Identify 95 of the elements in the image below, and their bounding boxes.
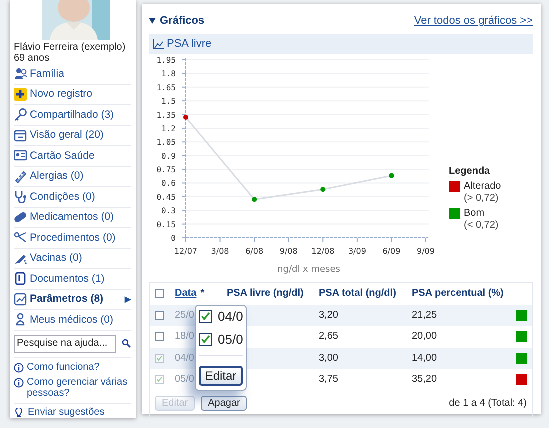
axis-tick-label: 0.3 bbox=[162, 206, 176, 216]
section-title: Gráficos bbox=[160, 15, 205, 27]
axis-tick-label: 9/09 bbox=[417, 247, 435, 256]
sidebar-item[interactable]: Cartão Saúde bbox=[14, 146, 131, 166]
people-icon bbox=[14, 67, 27, 80]
checkbox[interactable] bbox=[155, 289, 164, 298]
plus-icon bbox=[14, 88, 27, 101]
info-icon bbox=[14, 362, 24, 372]
table-cell: 05/0 bbox=[175, 374, 194, 386]
axis-tick-label: 1.35 bbox=[156, 110, 176, 120]
help-link[interactable]: Como funciona? bbox=[27, 362, 100, 372]
axis-tick-label: 12/08 bbox=[312, 247, 335, 256]
table-cell-text: 3,75 bbox=[319, 374, 340, 386]
axis-tick-label: 0.75 bbox=[156, 166, 176, 175]
axis-tick-label: 12/07 bbox=[174, 247, 198, 256]
sidebar-item[interactable]: Visão geral (20) bbox=[14, 126, 131, 146]
table-cell-text: 21,25 bbox=[412, 310, 438, 321]
table-cell-text: 2,65 bbox=[319, 331, 340, 342]
sidebar-item[interactable]: Parâmetros (8) ▶ bbox=[14, 290, 131, 310]
sidebar-item[interactable]: Novo registro bbox=[14, 84, 131, 105]
axis-tick-label: 1.95 bbox=[156, 56, 176, 65]
column-header: PSA percentual (%) bbox=[412, 288, 505, 300]
axis-tick-label: 6/08 bbox=[246, 247, 264, 256]
action-button[interactable]: Apagar bbox=[201, 396, 248, 411]
column-header: PSA livre (ng/dl) bbox=[227, 288, 305, 300]
table-cell-text: 3,20 bbox=[319, 310, 340, 321]
sidebar-item[interactable]: Meus médicos (0) bbox=[14, 310, 131, 330]
chart-icon bbox=[14, 292, 27, 306]
stethoscope-icon bbox=[14, 190, 27, 204]
table-cell-text: 3,00 bbox=[319, 352, 340, 364]
sidebar-item[interactable]: Condições (0) bbox=[14, 187, 131, 208]
info-icon bbox=[14, 378, 24, 388]
legend-label: Bom bbox=[464, 208, 486, 219]
search-icon[interactable] bbox=[122, 337, 131, 350]
axis-tick-label: 3/08 bbox=[211, 247, 230, 256]
axis-tick-label: 0.15 bbox=[156, 220, 176, 230]
sidebar-item[interactable]: Vacinas (0) bbox=[14, 248, 131, 269]
arrow-icon: ▶ bbox=[125, 294, 131, 304]
sidebar-item[interactable]: Compartilhado (3) bbox=[14, 105, 131, 126]
bandage-icon bbox=[14, 170, 27, 183]
axis-tick-label: 9/08 bbox=[280, 247, 298, 256]
checkbox[interactable] bbox=[199, 333, 212, 346]
search-field[interactable]: Pesquise na ajuda... bbox=[14, 334, 116, 352]
feedback-link[interactable]: Enviar sugestões bbox=[28, 406, 105, 418]
pager-text: de 1 a 4 (Total: 4) bbox=[449, 398, 527, 409]
patient-age: 69 anos bbox=[14, 53, 51, 64]
sidebar-item[interactable]: Família bbox=[14, 64, 131, 84]
axis-tick-label: 0.6 bbox=[162, 179, 176, 188]
axis-tick-label: 0.45 bbox=[156, 192, 176, 202]
axis-tick-label: 1.8 bbox=[162, 70, 176, 79]
column-header[interactable]: Data bbox=[175, 288, 197, 300]
sort-marker: * bbox=[200, 288, 205, 300]
checkbox[interactable] bbox=[155, 332, 164, 342]
legend-label: Alterado bbox=[464, 181, 502, 192]
table-cell: 04/0 bbox=[175, 352, 194, 364]
table-cell-text: 35,20 bbox=[412, 374, 438, 386]
patient-name: Flávio Ferreira (exemplo) bbox=[14, 42, 127, 53]
all-charts-link[interactable]: Ver todos os gráficos >> bbox=[414, 15, 533, 27]
sidebar-item[interactable]: Documentos (1) bbox=[14, 269, 131, 290]
table-cell: 25/0 bbox=[175, 310, 194, 321]
magnified-date: 04/0 bbox=[218, 309, 243, 324]
axis-tick-label: 1.05 bbox=[156, 138, 176, 148]
chart-title: PSA livre bbox=[167, 38, 212, 50]
sidebar-item[interactable]: Procedimentos (0) bbox=[14, 228, 131, 248]
checkbox[interactable] bbox=[199, 310, 212, 323]
axis-tick-label: 6/09 bbox=[382, 247, 401, 256]
axis-tick-label: 0 bbox=[171, 234, 176, 243]
table-cell: 18/0 bbox=[175, 331, 194, 342]
edit-button[interactable]: Editar bbox=[199, 366, 243, 386]
pill-icon bbox=[14, 210, 27, 224]
help-link[interactable]: Como gerenciar várias pessoas? bbox=[27, 376, 131, 398]
bulb-icon bbox=[14, 408, 24, 418]
card-icon bbox=[14, 149, 27, 162]
chart-icon bbox=[153, 38, 164, 50]
person-icon bbox=[14, 313, 27, 326]
axis-tick-label: 1.65 bbox=[156, 83, 176, 92]
legend-title: Legenda bbox=[449, 166, 492, 177]
table-cell-text: 14,00 bbox=[412, 352, 438, 364]
legend-note: (> 0,72) bbox=[464, 193, 500, 204]
checkbox[interactable] bbox=[155, 310, 164, 320]
table-cell-text: 20,00 bbox=[412, 331, 438, 342]
sidebar-item[interactable]: Alergias (0) bbox=[14, 166, 131, 187]
axis-tick-label: 0.9 bbox=[162, 152, 176, 161]
folder-icon bbox=[14, 128, 27, 142]
key-icon bbox=[14, 108, 27, 122]
legend-note: (< 0,72) bbox=[464, 220, 500, 231]
magnified-date: 05/0 bbox=[218, 332, 243, 347]
axis-tick-label: 1.2 bbox=[162, 124, 176, 134]
column-header: PSA total (ng/dl) bbox=[319, 288, 398, 300]
axis-tick-label: 3/09 bbox=[348, 247, 366, 256]
scissors-icon bbox=[14, 231, 27, 244]
axis-tick-label: 1.5 bbox=[162, 97, 176, 106]
sidebar-item[interactable]: Medicamentos (0) bbox=[14, 208, 131, 228]
collapse-icon[interactable] bbox=[149, 18, 156, 24]
axis-title: ng/dl x meses bbox=[278, 265, 340, 275]
